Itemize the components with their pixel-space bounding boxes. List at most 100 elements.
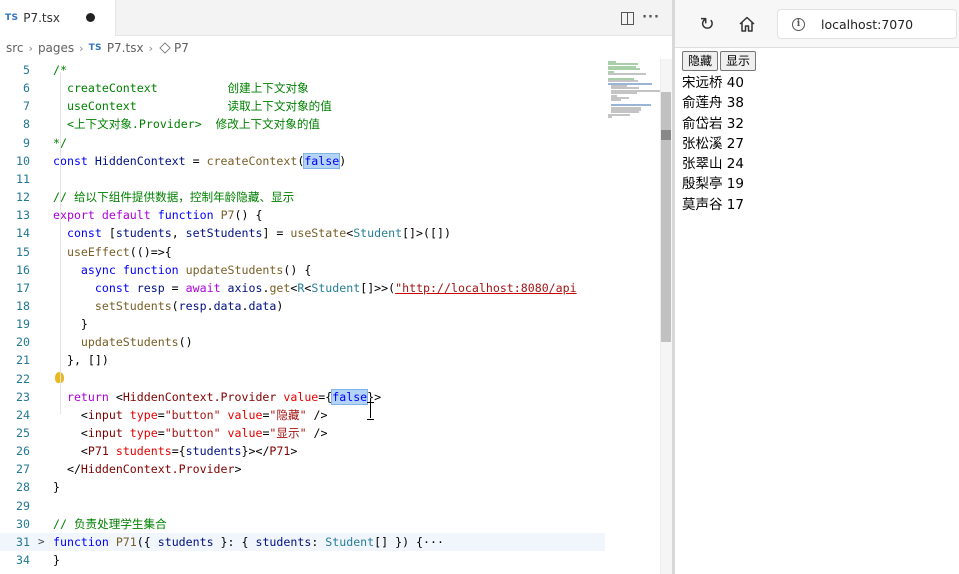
split-editor-icon[interactable] (618, 9, 636, 27)
text-cursor-icon (366, 402, 375, 420)
show-button[interactable]: 显示 (720, 51, 757, 71)
code-text: setStudents(resp.data.data) (94, 298, 284, 313)
browser-window: ↻ i localhost:7070 隐藏 显示 宋远桥 40 俞莲舟 38 俞… (675, 0, 959, 574)
refresh-icon[interactable]: ↻ (697, 15, 717, 35)
code-line[interactable]: 17 const resp = await axios.get<R<Studen… (0, 279, 605, 297)
chevron-right-icon: › (79, 41, 84, 55)
line-number: 21 (16, 353, 30, 368)
code-line[interactable]: 23 return <HiddenContext.Provider value=… (0, 388, 605, 406)
address-text: localhost:7070 (821, 16, 914, 32)
line-number: 26 (16, 444, 30, 459)
code-line[interactable]: 8 <上下文对象.Provider> 修改上下文对象的值 (0, 115, 605, 133)
unsaved-dot-icon[interactable] (86, 13, 95, 22)
code-line[interactable]: 25 <input type="button" value="显示" /> (0, 424, 605, 442)
editor-tab-bar: TS P7.tsx ··· (0, 0, 672, 36)
minimap[interactable] (606, 59, 661, 574)
code-line[interactable]: 30 // 负责处理学生集合 (0, 515, 605, 533)
code-text: const HiddenContext = createContext(fals… (53, 152, 347, 169)
symbol-method-icon (159, 42, 171, 54)
code-line[interactable]: 28} (0, 478, 605, 496)
line-number: 5 (23, 63, 30, 77)
student-item: 俞岱岩 32 (682, 115, 744, 132)
code-line[interactable]: 18 setStudents(resp.data.data) (0, 297, 605, 315)
code-text: // 负责处理学生集合 (53, 516, 167, 531)
code-line[interactable]: 24 <input type="button" value="隐藏" /> (0, 406, 605, 424)
code-line[interactable]: 21 }, []) (0, 351, 605, 369)
scrollbar-cursor-marker (661, 130, 671, 140)
breadcrumb-symbol[interactable]: P7 (174, 41, 189, 55)
code-line[interactable]: 10 const HiddenContext = createContext(fa… (0, 152, 605, 170)
breadcrumb-src[interactable]: src (6, 41, 24, 55)
code-text: } (53, 480, 60, 495)
code-line[interactable]: 20 updateStudents() (0, 333, 605, 351)
button-row: 隐藏 显示 (682, 51, 952, 71)
typescript-file-icon: TS (5, 13, 19, 23)
tab-filename: P7.tsx (23, 11, 60, 25)
student-item: 张松溪 27 (682, 135, 744, 152)
breadcrumb-pages[interactable]: pages (38, 41, 74, 55)
code-line[interactable]: 14 const [students, setStudents] = useSt… (0, 224, 605, 242)
code-line[interactable]: 13 export default function P7() { (0, 206, 605, 224)
code-line[interactable]: 12 // 给以下组件提供数据，控制年龄隐藏、显示 (0, 188, 605, 206)
code-line[interactable]: 11 (0, 170, 605, 188)
code-line[interactable]: 22 (0, 370, 605, 388)
code-line[interactable]: 16 async function updateStudents() { (0, 261, 605, 279)
code-text: <input type="button" value="显示" /> (53, 426, 328, 440)
code-line[interactable]: 27 </HiddenContext.Provider> (0, 460, 605, 478)
code-editor[interactable]: TS P7.tsx ··· src › pages › TS P7.tsx › … (0, 0, 672, 574)
code-line[interactable]: 6 createContext 创建上下文对象 (0, 79, 605, 97)
line-number: 29 (16, 498, 30, 513)
student-item: 张翠山 24 (682, 156, 744, 173)
line-number: 6 (23, 81, 30, 96)
line-number: 14 (16, 226, 30, 241)
line-number: 12 (16, 190, 30, 205)
student-item: 莫声谷 17 (682, 196, 744, 213)
home-icon[interactable] (737, 15, 757, 35)
code-line[interactable]: 29 (0, 497, 605, 515)
code-text: useContext 读取上下文对象的值 (53, 99, 332, 114)
code-line[interactable]: 31 > function P71({ students }: { students… (0, 532, 605, 551)
breadcrumb[interactable]: src › pages › TS P7.tsx › P7 (0, 37, 610, 59)
code-line[interactable]: 34} (0, 551, 605, 569)
code-line[interactable]: 7 useContext 读取上下文对象的值 (0, 97, 605, 115)
page-content: 隐藏 显示 宋远桥 40 俞莲舟 38 俞岱岩 32 张松溪 27 张翠山 24… (682, 51, 952, 215)
more-actions-icon[interactable]: ··· (642, 9, 660, 27)
line-number: 16 (16, 262, 30, 277)
code-text: // 给以下组件提供数据，控制年龄隐藏、显示 (53, 190, 295, 205)
line-number: 23 (16, 389, 30, 404)
chevron-right-icon: › (148, 41, 153, 55)
line-number: 22 (16, 371, 30, 386)
line-number: 27 (16, 462, 30, 477)
code-line[interactable]: 15 useEffect(()=>{ (0, 243, 605, 261)
line-number: 13 (16, 208, 30, 223)
code-line[interactable]: 26 <P71 students={students}></P71> (0, 442, 605, 460)
line-number: 15 (16, 244, 30, 259)
indent-guide (60, 72, 61, 414)
breadcrumb-file[interactable]: P7.tsx (107, 41, 144, 55)
student-item: 宋远桥 40 (682, 75, 744, 91)
address-bar[interactable]: i localhost:7070 (777, 9, 957, 39)
code-line[interactable]: 9*/ (0, 134, 605, 152)
line-number: 34 (16, 553, 30, 568)
editor-tab-p7[interactable]: TS P7.tsx (0, 0, 116, 36)
code-line[interactable]: 19 } (0, 315, 605, 333)
line-number: 17 (16, 280, 30, 295)
code-text: const resp = await axios.get<R<Student[]… (94, 280, 577, 295)
line-number: 30 (16, 516, 30, 531)
code-text: updateStudents() (80, 335, 193, 350)
minimap-line (608, 73, 646, 75)
code-text: async function updateStudents() { (80, 262, 312, 277)
fold-chevron-icon[interactable]: > (38, 533, 45, 551)
code-text: export default function P7() { (53, 208, 263, 223)
line-number: 25 (16, 426, 30, 440)
code-area[interactable]: 5/* 6 createContext 创建上下文对象 7 useContext 读… (0, 59, 605, 574)
line-number: 18 (16, 298, 30, 313)
code-text: </HiddenContext.Provider> (53, 462, 242, 477)
info-icon[interactable]: i (792, 17, 805, 31)
code-text: const [students, setStudents] = useState… (66, 226, 451, 241)
minimap-line (611, 99, 621, 102)
hide-button[interactable]: 隐藏 (682, 51, 719, 71)
code-line[interactable]: 5/* (0, 61, 605, 79)
line-number: 9 (23, 135, 30, 150)
code-text: <P71 students={students}></P71> (53, 444, 298, 459)
